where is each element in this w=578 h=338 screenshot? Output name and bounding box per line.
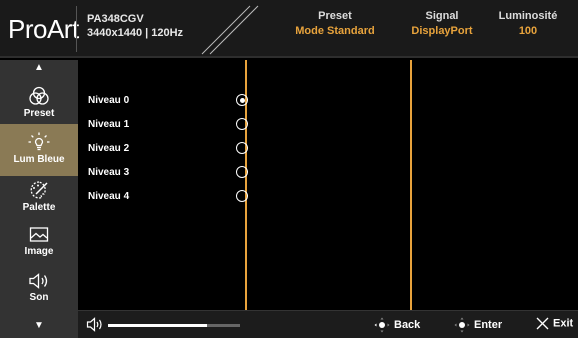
sidebar-item-label: Palette [22,202,56,213]
option-niveau-4[interactable]: Niveau 4 [88,188,248,206]
option-niveau-0[interactable]: Niveau 0 [88,92,248,110]
sidebar-item-lum-bleue[interactable]: Lum Bleue [0,124,78,176]
scroll-up-icon[interactable]: ▲ [0,62,78,73]
option-niveau-2[interactable]: Niveau 2 [88,140,248,158]
signal-value: DisplayPort [411,25,473,37]
joystick-left-icon [374,317,390,333]
preset-label: Preset [318,10,352,22]
radio-icon[interactable] [236,190,248,202]
scroll-down-icon[interactable]: ▼ [0,320,78,331]
volume-slider-fill [108,324,207,327]
bulb-icon [28,132,50,151]
exit-button[interactable]: Exit [536,317,573,330]
header-divider [76,6,77,52]
close-icon [536,317,549,330]
luminosity-value: 100 [518,25,538,37]
option-label: Niveau 0 [88,95,130,106]
preset-icon [29,86,49,105]
header-bar: ProArt PA348CGV 3440x1440 | 120Hz Preset… [0,0,578,58]
option-label: Niveau 4 [88,191,130,202]
radio-icon[interactable] [236,142,248,154]
options-panel: Niveau 0 Niveau 1 Niveau 2 Niveau 3 Nive… [78,60,578,310]
sidebar-item-preset[interactable]: Preset [0,78,78,130]
sidebar-item-label: Son [29,292,49,303]
sidebar-item-label: Image [24,246,54,257]
sidebar-menu: ▲ Preset Lum Bleue Palette Image Son ▼ [0,60,78,338]
sidebar-item-image[interactable]: Image [0,218,78,270]
radio-icon[interactable] [236,166,248,178]
radio-selected-icon[interactable] [236,94,248,106]
back-label: Back [394,318,421,331]
speaker-icon [29,273,48,289]
back-button[interactable]: Back [374,317,420,333]
model-info: PA348CGV 3440x1440 | 120Hz [87,12,183,40]
image-icon [29,227,49,242]
radio-icon[interactable] [236,118,248,130]
model-resolution: 3440x1440 | 120Hz [87,27,184,39]
signal-info: Signal DisplayPort [402,9,482,39]
proart-logo: ProArt [8,14,79,44]
option-niveau-1[interactable]: Niveau 1 [88,116,248,134]
option-label: Niveau 1 [88,119,130,130]
option-label: Niveau 3 [88,167,130,178]
radio-dot [239,97,245,103]
preset-value: Mode Standard [295,25,375,37]
sidebar-item-son[interactable]: Son [0,264,78,316]
exit-label: Exit [553,317,574,330]
option-niveau-3[interactable]: Niveau 3 [88,164,248,182]
volume-icon [86,317,102,332]
model-name: PA348CGV [87,13,144,25]
luminosity-label: Luminosité [498,10,558,22]
header-slash-decoration [201,5,259,55]
volume-slider[interactable] [108,324,240,327]
sidebar-item-label: Preset [23,108,55,119]
enter-button[interactable]: Enter [454,317,502,333]
sidebar-item-palette[interactable]: Palette [0,172,78,224]
column-divider [410,60,412,310]
palette-icon [30,181,48,199]
joystick-press-icon [454,317,470,333]
preset-info: Preset Mode Standard [280,9,390,39]
enter-label: Enter [474,318,503,331]
luminosity-info: Luminosité 100 [488,9,568,39]
option-label: Niveau 2 [88,143,130,154]
sidebar-item-label: Lum Bleue [13,154,65,165]
footer-bar: Back Enter Exit [78,310,578,338]
signal-label: Signal [425,10,459,22]
